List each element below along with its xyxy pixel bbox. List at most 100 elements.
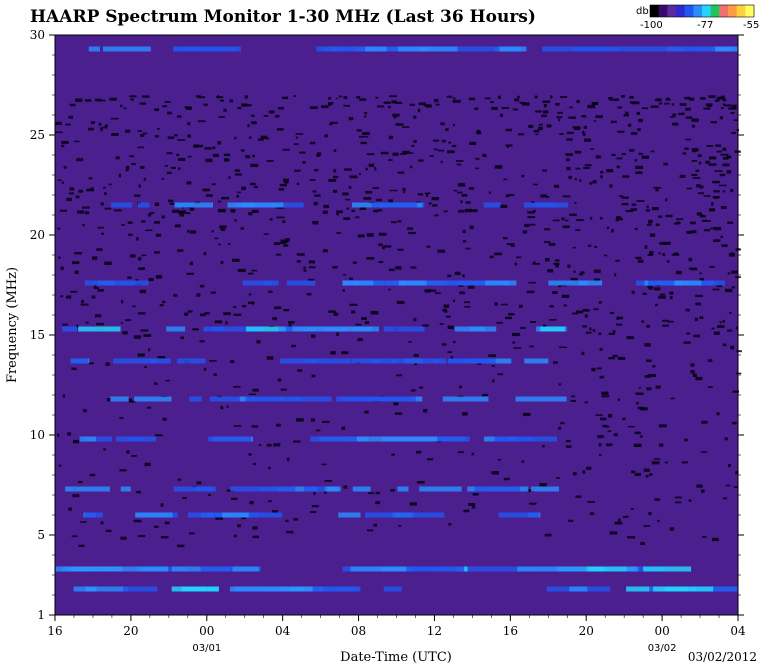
noise-speck: [136, 490, 142, 494]
noise-speck: [709, 266, 715, 268]
noise-speck: [670, 116, 676, 118]
noise-speck: [560, 95, 568, 98]
noise-speck: [712, 180, 720, 184]
noise-speck: [587, 500, 596, 503]
noise-speck: [623, 114, 629, 117]
noise-speck: [85, 321, 89, 324]
spectrum-band: [540, 326, 565, 332]
noise-speck: [644, 245, 648, 249]
noise-speck: [609, 531, 618, 535]
noise-speck: [99, 99, 106, 102]
colorbar-swatch: [702, 5, 712, 17]
noise-speck: [80, 521, 87, 523]
noise-speck: [314, 194, 321, 197]
noise-speck: [684, 147, 689, 150]
noise-speck: [708, 95, 716, 98]
noise-speck: [448, 523, 452, 526]
noise-speck: [678, 112, 685, 116]
noise-speck: [134, 194, 141, 197]
noise-speck: [276, 216, 285, 219]
noise-speck: [733, 119, 738, 121]
noise-speck: [722, 147, 727, 151]
noise-speck: [637, 128, 641, 132]
noise-speck: [196, 481, 202, 485]
noise-speck: [78, 544, 85, 547]
noise-speck: [409, 103, 416, 106]
noise-speck: [453, 340, 456, 344]
colorbar-unit: db: [636, 6, 649, 17]
noise-speck: [542, 100, 551, 104]
noise-speck: [333, 312, 339, 316]
noise-speck: [228, 176, 231, 179]
noise-speck: [735, 372, 742, 375]
spectrum-band: [397, 486, 409, 492]
noise-speck: [295, 136, 298, 139]
noise-speck: [446, 95, 453, 98]
noise-speck: [365, 167, 368, 171]
noise-speck: [437, 249, 446, 253]
noise-speck: [695, 294, 703, 297]
noise-speck: [231, 497, 238, 500]
noise-speck: [62, 323, 69, 326]
noise-speck: [190, 230, 197, 234]
noise-speck: [280, 239, 289, 243]
noise-speck: [313, 201, 318, 206]
noise-speck: [697, 154, 702, 158]
noise-speck: [529, 345, 534, 348]
noise-speck: [137, 257, 142, 261]
noise-speck: [635, 165, 644, 170]
noise-speck: [576, 310, 584, 314]
spectrum-band: [189, 396, 202, 402]
noise-speck: [552, 291, 558, 295]
noise-speck: [120, 322, 123, 324]
noise-speck: [303, 269, 307, 272]
noise-speck: [703, 229, 711, 232]
noise-speck: [626, 336, 634, 340]
noise-speck: [557, 111, 563, 114]
noise-speck: [233, 425, 242, 427]
noise-speck: [720, 153, 729, 156]
noise-speck: [392, 152, 399, 156]
spectrum-band: [333, 586, 361, 592]
noise-speck: [357, 234, 365, 238]
noise-speck: [463, 301, 470, 304]
noise-speck: [612, 330, 616, 333]
spectrum-band: [383, 326, 425, 332]
noise-speck: [203, 252, 207, 256]
noise-speck: [558, 346, 567, 349]
noise-speck: [708, 156, 717, 160]
noise-speck: [223, 312, 231, 316]
noise-speck: [679, 174, 686, 178]
noise-speck: [576, 219, 584, 222]
noise-speck: [217, 208, 226, 213]
noise-speck: [630, 132, 638, 135]
noise-speck: [595, 414, 603, 417]
noise-speck: [714, 170, 723, 172]
noise-speck: [440, 122, 445, 126]
noise-speck: [627, 536, 635, 539]
noise-speck: [229, 99, 233, 103]
noise-speck: [309, 179, 316, 181]
noise-speck: [388, 199, 393, 203]
noise-speck: [556, 116, 563, 119]
noise-speck: [132, 305, 136, 308]
noise-speck: [671, 254, 680, 256]
noise-speck: [426, 245, 431, 248]
noise-speck: [374, 167, 377, 171]
noise-speck: [686, 230, 692, 234]
noise-speck: [273, 443, 281, 447]
noise-speck: [699, 316, 704, 319]
noise-speck: [58, 464, 62, 467]
noise-speck: [240, 227, 244, 230]
noise-speck: [60, 266, 64, 270]
noise-speck: [582, 325, 587, 328]
noise-speck: [308, 260, 315, 264]
spectrum-band: [248, 396, 293, 402]
noise-speck: [711, 202, 714, 206]
noise-speck: [429, 154, 434, 157]
noise-speck: [470, 209, 478, 213]
noise-speck: [364, 111, 368, 115]
noise-speck: [336, 213, 339, 216]
noise-speck: [74, 270, 79, 274]
spectrum-band: [108, 566, 169, 572]
